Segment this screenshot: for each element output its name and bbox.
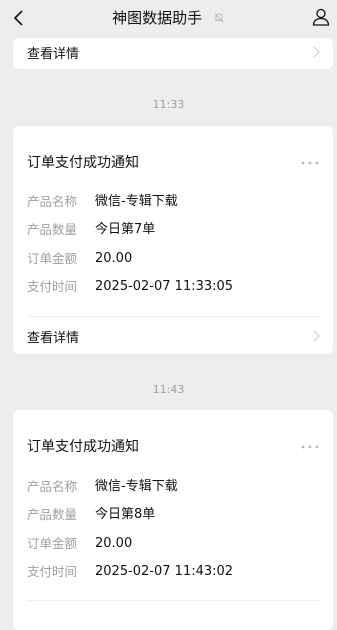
field-value-product-quantity: 今日第7单 xyxy=(95,222,156,237)
view-details-link[interactable]: 查看详情 xyxy=(27,38,321,66)
field-value-payment-time: 2025-02-07 11:33:05 xyxy=(95,279,234,294)
chat-header: 神图数据助手 xyxy=(0,0,337,38)
divider xyxy=(27,316,319,317)
field-label-order-amount: 订单金额 xyxy=(27,251,78,266)
view-details-label: 查看详情 xyxy=(27,330,80,346)
field-label-order-amount: 订单金额 xyxy=(27,536,78,551)
chevron-right-icon xyxy=(313,330,320,342)
field-label-product-quantity: 产品数量 xyxy=(27,222,78,237)
field-label-product-quantity: 产品数量 xyxy=(27,507,78,522)
more-icon[interactable] xyxy=(299,160,321,166)
view-details-link[interactable]: 查看详情 xyxy=(27,322,321,350)
field-value-product-quantity: 今日第8单 xyxy=(95,507,156,522)
field-label-product-name: 产品名称 xyxy=(27,194,78,209)
card-title: 订单支付成功通知 xyxy=(27,155,139,171)
message-timestamp: 11:33 xyxy=(152,98,185,111)
view-details-label: 查看详情 xyxy=(27,46,80,62)
field-label-payment-time: 支付时间 xyxy=(27,279,78,294)
field-label-payment-time: 支付时间 xyxy=(27,564,78,579)
person-icon[interactable] xyxy=(311,7,331,27)
order-notification-card[interactable]: 订单支付成功通知 产品名称 微信-专辑下载 产品数量 今日第8单 订单金额 20… xyxy=(13,410,333,630)
field-value-product-name: 微信-专辑下载 xyxy=(95,194,178,209)
field-value-product-name: 微信-专辑下载 xyxy=(95,479,178,494)
order-notification-card[interactable]: 订单支付成功通知 产品名称 微信-专辑下载 产品数量 今日第7单 订单金额 20… xyxy=(13,126,333,354)
divider xyxy=(27,600,319,601)
field-label-product-name: 产品名称 xyxy=(27,479,78,494)
bell-muted-icon xyxy=(214,13,224,23)
chevron-right-icon xyxy=(313,46,320,58)
chat-title: 神图数据助手 xyxy=(112,9,203,27)
previous-message-card: 查看详情 xyxy=(13,38,333,69)
field-value-order-amount: 20.00 xyxy=(95,251,133,266)
field-value-order-amount: 20.00 xyxy=(95,536,133,551)
card-title: 订单支付成功通知 xyxy=(27,439,139,455)
more-icon[interactable] xyxy=(299,444,321,450)
message-timestamp: 11:43 xyxy=(152,383,185,396)
field-value-payment-time: 2025-02-07 11:43:02 xyxy=(95,564,234,579)
